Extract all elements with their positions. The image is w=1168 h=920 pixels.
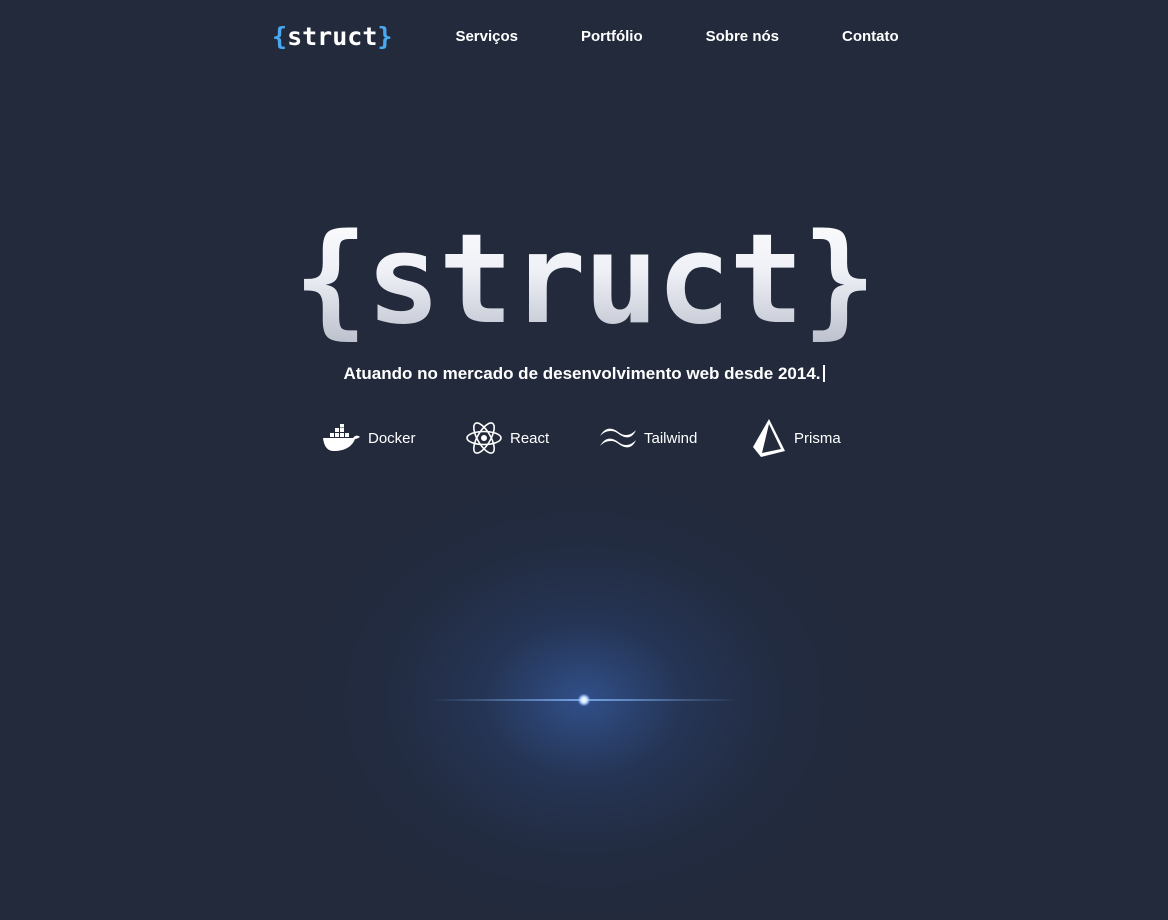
nav-link-servicos[interactable]: Serviços <box>455 28 518 45</box>
hero-tagline: Atuando no mercado de desenvolvimento we… <box>0 364 1168 384</box>
tech-item-prisma: Prisma <box>752 418 841 458</box>
logo-close-brace: } <box>377 21 393 51</box>
tech-label-tailwind: Tailwind <box>644 429 698 447</box>
react-icon <box>464 419 504 457</box>
tech-item-react: React <box>464 418 549 458</box>
typing-cursor <box>822 365 825 382</box>
prisma-icon <box>752 418 788 458</box>
light-flare-dot <box>578 694 590 706</box>
technology-list: Docker React Tailwind Prisma <box>0 418 1168 458</box>
nav-link-contato[interactable]: Contato <box>842 28 899 45</box>
tech-item-docker: Docker <box>322 418 416 458</box>
hero-tagline-text: Atuando no mercado de desenvolvimento we… <box>343 364 821 383</box>
logo-open-brace: { <box>272 21 288 51</box>
tech-item-tailwind: Tailwind <box>598 418 697 458</box>
nav-link-sobre-nos[interactable]: Sobre nós <box>706 28 779 45</box>
tailwind-icon <box>598 426 638 450</box>
tech-label-docker: Docker <box>368 429 416 447</box>
nav-links: Serviços Portfólio Sobre nós Contato <box>430 28 936 45</box>
tech-label-prisma: Prisma <box>794 429 841 447</box>
nav-link-portfolio[interactable]: Portfólio <box>581 28 643 45</box>
hero-logo: {struct} <box>0 205 1168 355</box>
top-navigation: { struct } Serviços Portfólio Sobre nós … <box>272 18 937 54</box>
tech-label-react: React <box>510 429 550 447</box>
logo-word: struct <box>287 21 378 51</box>
docker-icon <box>322 424 362 452</box>
nav-logo[interactable]: { struct } <box>272 22 392 51</box>
